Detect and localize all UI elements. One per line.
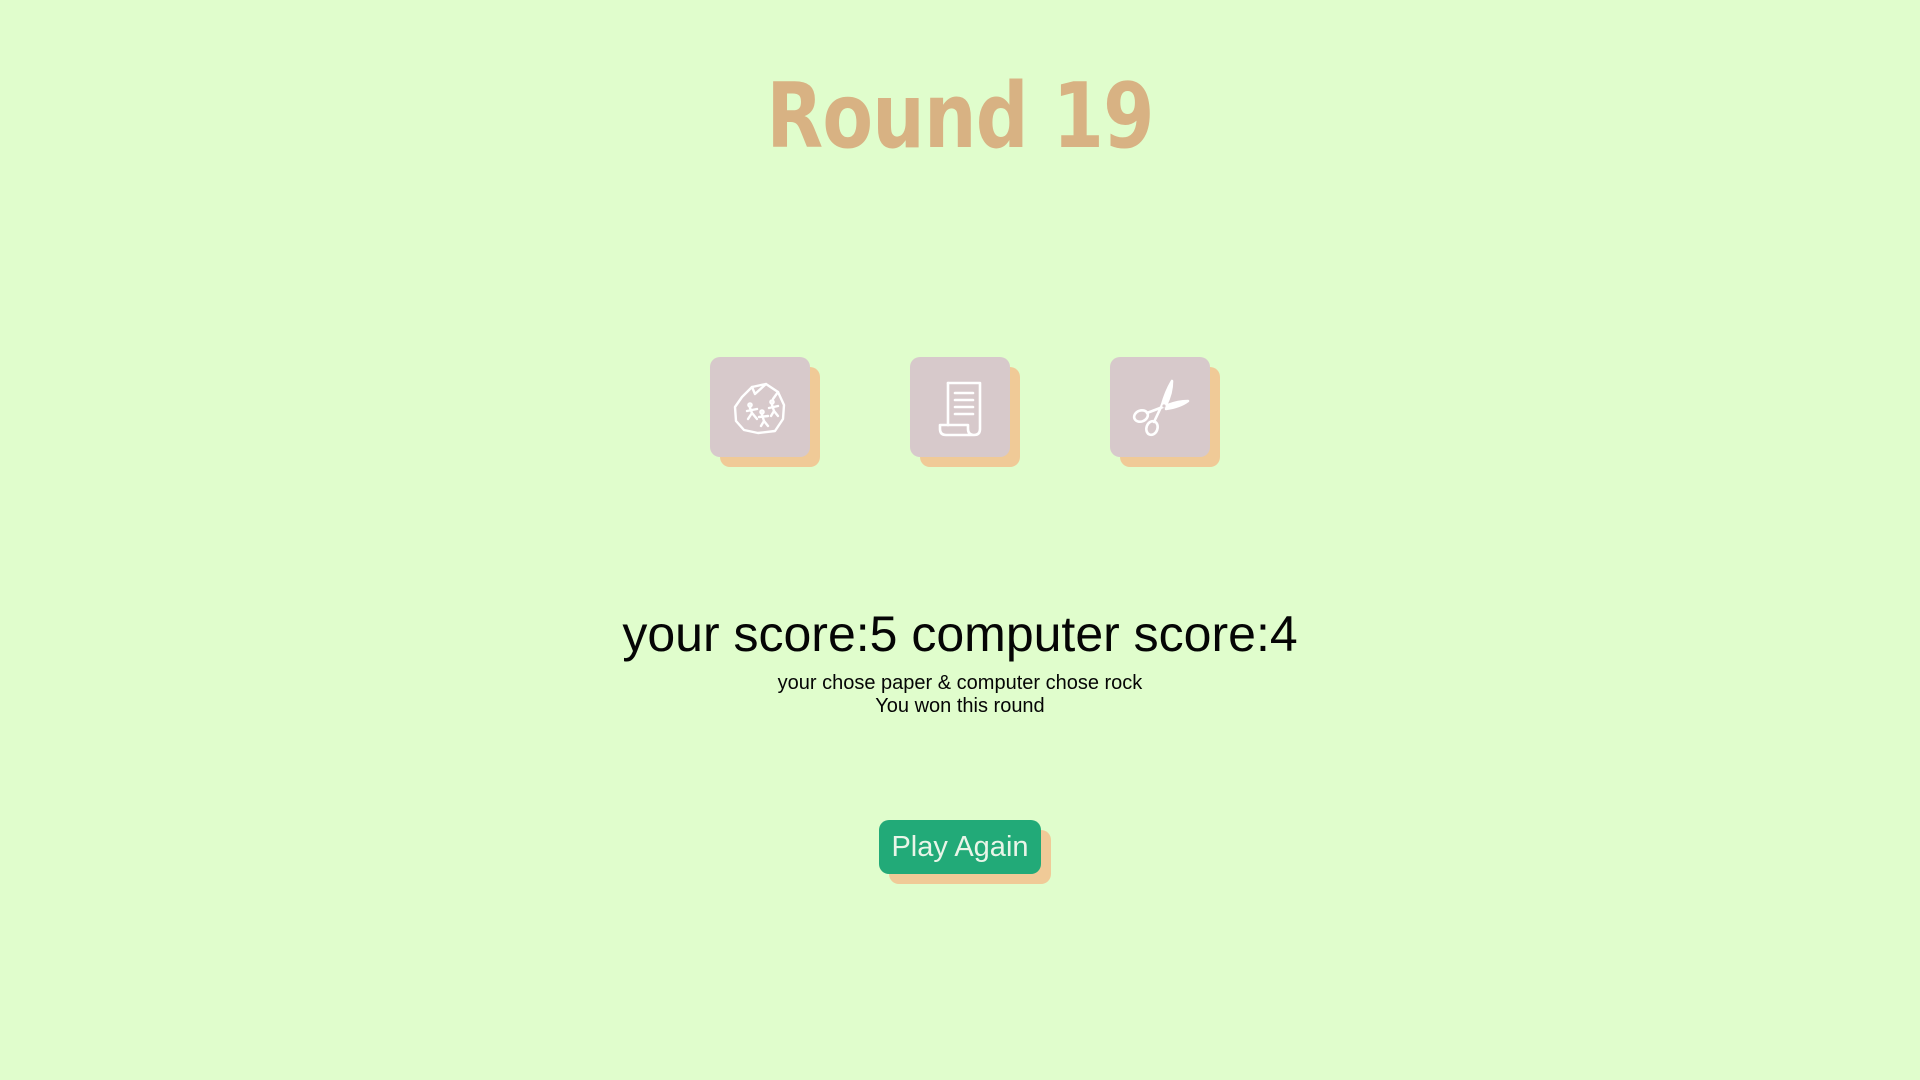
score-display: your score:5 computer score:4	[622, 606, 1298, 662]
rock-icon	[733, 382, 786, 435]
scissors-icon	[1132, 379, 1190, 437]
game-screen: Round 19 your score:5 computer score:4 y…	[0, 0, 1920, 1080]
paper-scroll-icon	[938, 381, 982, 437]
scissors-choice-button[interactable]	[1110, 357, 1210, 457]
play-again-button[interactable]: Play Again	[879, 820, 1041, 874]
round-choices-text: your chose paper & computer chose rock	[777, 672, 1143, 694]
round-result-text: You won this round	[875, 695, 1045, 717]
paper-choice-button[interactable]	[910, 357, 1010, 457]
round-title: Round 19	[766, 64, 1154, 169]
rock-choice-button[interactable]	[710, 357, 810, 457]
